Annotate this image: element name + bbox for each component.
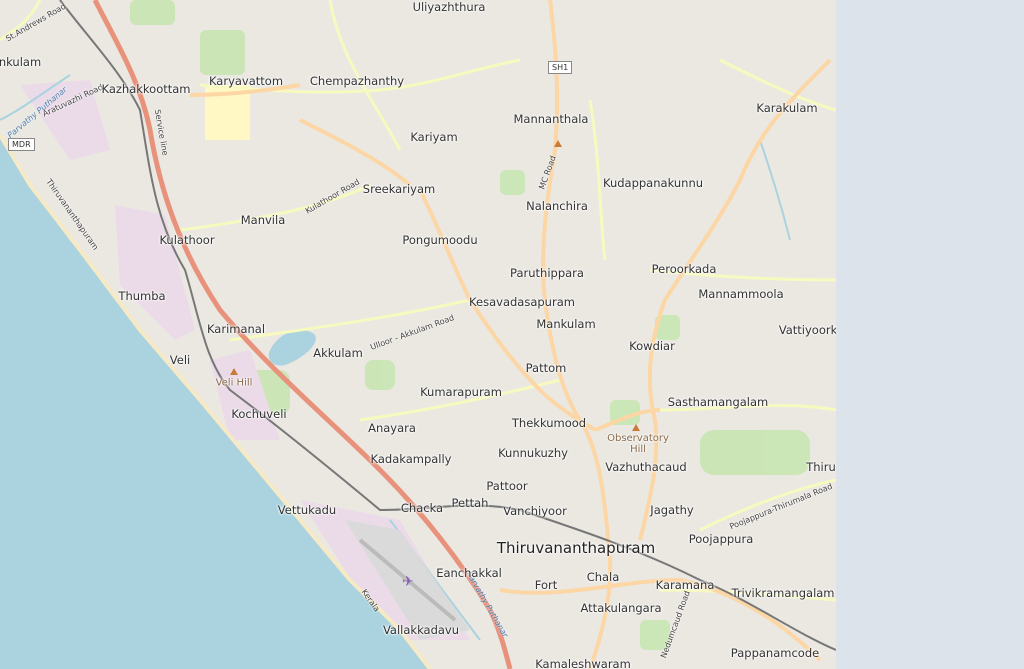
place-label[interactable]: Sreekariyam <box>363 182 435 196</box>
place-label[interactable]: Karakulam <box>756 101 817 115</box>
place-label[interactable]: Kunnukuzhy <box>498 446 568 460</box>
poi-label[interactable]: Veli Hill <box>216 378 253 389</box>
place-label[interactable]: Thiruvananthapuram <box>497 539 655 557</box>
place-label[interactable]: Chala <box>587 570 620 584</box>
place-label[interactable]: Mankulam <box>536 317 595 331</box>
place-label[interactable]: Thiru <box>806 460 836 474</box>
place-label[interactable]: Pongumoodu <box>402 233 477 247</box>
place-label[interactable]: Kesavadasapuram <box>469 295 575 309</box>
place-label[interactable]: Pettah <box>452 496 489 510</box>
place-label[interactable]: Chacka <box>401 501 443 515</box>
map-side-blank <box>836 0 1024 669</box>
place-label[interactable]: Karyavattom <box>209 74 283 88</box>
place-label[interactable]: Anayara <box>368 421 416 435</box>
place-label[interactable]: Kamaleshwaram <box>535 657 631 669</box>
place-label[interactable]: Mannammoola <box>698 287 783 301</box>
place-label[interactable]: Kumarapuram <box>420 385 502 399</box>
place-label[interactable]: Akkulam <box>313 346 363 360</box>
place-label[interactable]: Chempazhanthy <box>310 74 404 88</box>
place-label[interactable]: Sasthamangalam <box>668 395 769 409</box>
place-label[interactable]: nkulam <box>0 55 41 69</box>
place-label[interactable]: Kazhakkoottam <box>101 82 190 96</box>
veli-hill-peak-icon <box>230 368 238 375</box>
map-canvas[interactable]: SH1 MDR ✈ St.Andrews Road Aratuvazhi Roa… <box>0 0 836 669</box>
place-label[interactable]: Kudappanakunnu <box>603 176 703 190</box>
place-label[interactable]: Uliyazhthura <box>413 0 486 14</box>
poi-label-line: Observatory <box>607 433 669 444</box>
place-label[interactable]: Paruthippara <box>510 266 584 280</box>
place-label[interactable]: Vattiyoork <box>779 323 836 337</box>
place-label[interactable]: Pattoor <box>486 479 527 493</box>
place-label[interactable]: Kochuveli <box>231 407 286 421</box>
place-label[interactable]: Mannanthala <box>514 112 589 126</box>
place-label[interactable]: Pattom <box>526 361 567 375</box>
sh1-shield: SH1 <box>548 61 573 74</box>
place-label[interactable]: Vanchiyoor <box>503 504 567 518</box>
place-label[interactable]: Trivikramangalam <box>731 586 834 600</box>
place-label[interactable]: Nalanchira <box>526 199 588 213</box>
mannanthala-peak-icon <box>554 140 562 147</box>
place-label[interactable]: Vallakkadavu <box>383 623 459 637</box>
place-label[interactable]: Kadakampally <box>371 452 452 466</box>
place-label[interactable]: Attakulangara <box>581 601 662 615</box>
airport-icon: ✈ <box>402 574 414 590</box>
place-label[interactable]: Manvila <box>241 213 286 227</box>
place-label[interactable]: Karamana <box>656 578 715 592</box>
place-label[interactable]: Pappanamcode <box>731 646 819 660</box>
place-label[interactable]: Peroorkada <box>652 262 717 276</box>
place-label[interactable]: Kulathoor <box>159 233 214 247</box>
place-label[interactable]: Kowdiar <box>629 339 675 353</box>
place-label[interactable]: Thumba <box>118 289 165 303</box>
place-label[interactable]: Eanchakkal <box>436 566 502 580</box>
mdr-shield: MDR <box>8 138 35 151</box>
place-label[interactable]: Vazhuthacaud <box>605 460 686 474</box>
place-label[interactable]: Karimanal <box>207 322 265 336</box>
place-label[interactable]: Thekkumood <box>512 416 586 430</box>
place-label[interactable]: Kariyam <box>410 130 457 144</box>
place-label[interactable]: Jagathy <box>650 503 693 517</box>
place-label[interactable]: Vettukadu <box>278 503 336 517</box>
observatory-peak-icon <box>632 424 640 431</box>
poi-label[interactable]: Observatory Hill <box>607 433 669 455</box>
place-label[interactable]: Veli <box>170 353 190 367</box>
poi-label-line: Hill <box>630 444 646 455</box>
place-label[interactable]: Poojappura <box>689 532 754 546</box>
place-label[interactable]: Fort <box>535 578 557 592</box>
